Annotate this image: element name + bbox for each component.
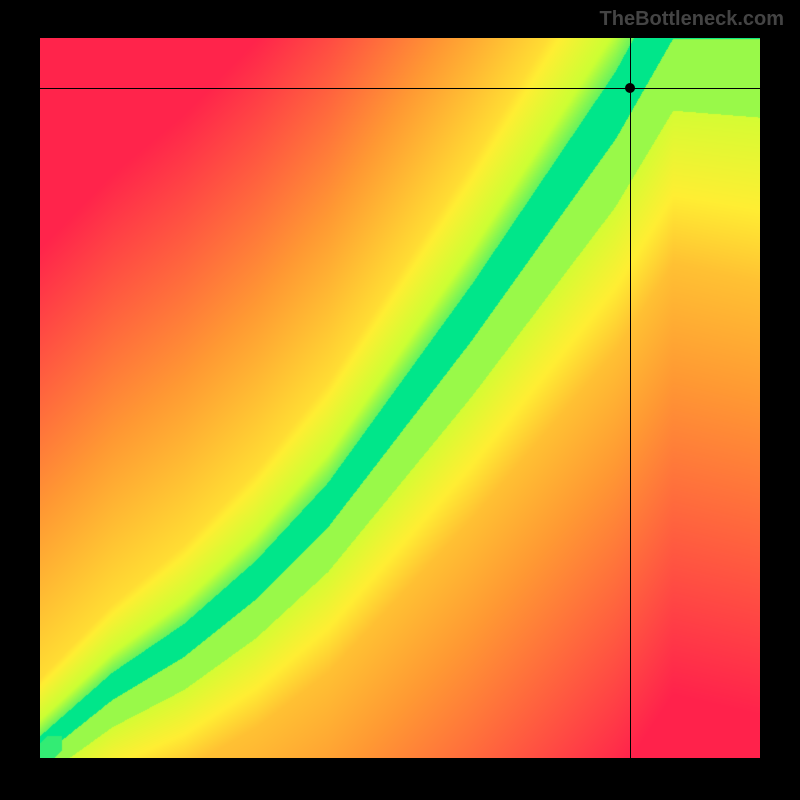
watermark-text: TheBottleneck.com [600,8,784,31]
heatmap-canvas [40,38,760,758]
heatmap-chart [40,38,760,758]
data-point-marker [625,83,635,93]
crosshair-vertical [630,38,631,758]
crosshair-horizontal [40,88,760,89]
